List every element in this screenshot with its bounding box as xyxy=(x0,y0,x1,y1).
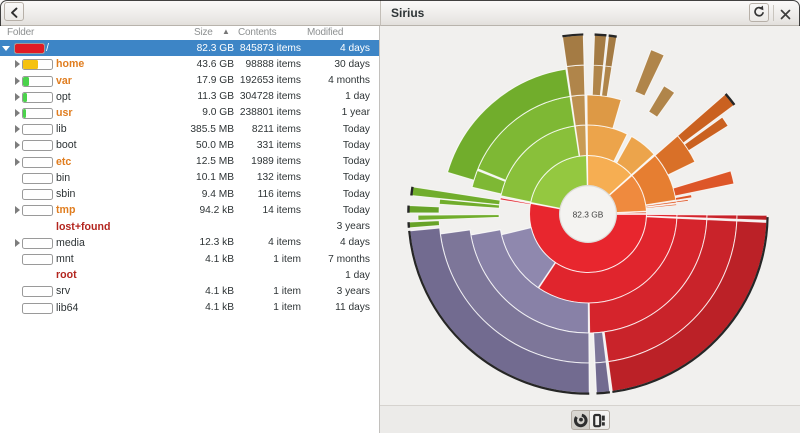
svg-text:82.3 GB: 82.3 GB xyxy=(573,210,604,220)
